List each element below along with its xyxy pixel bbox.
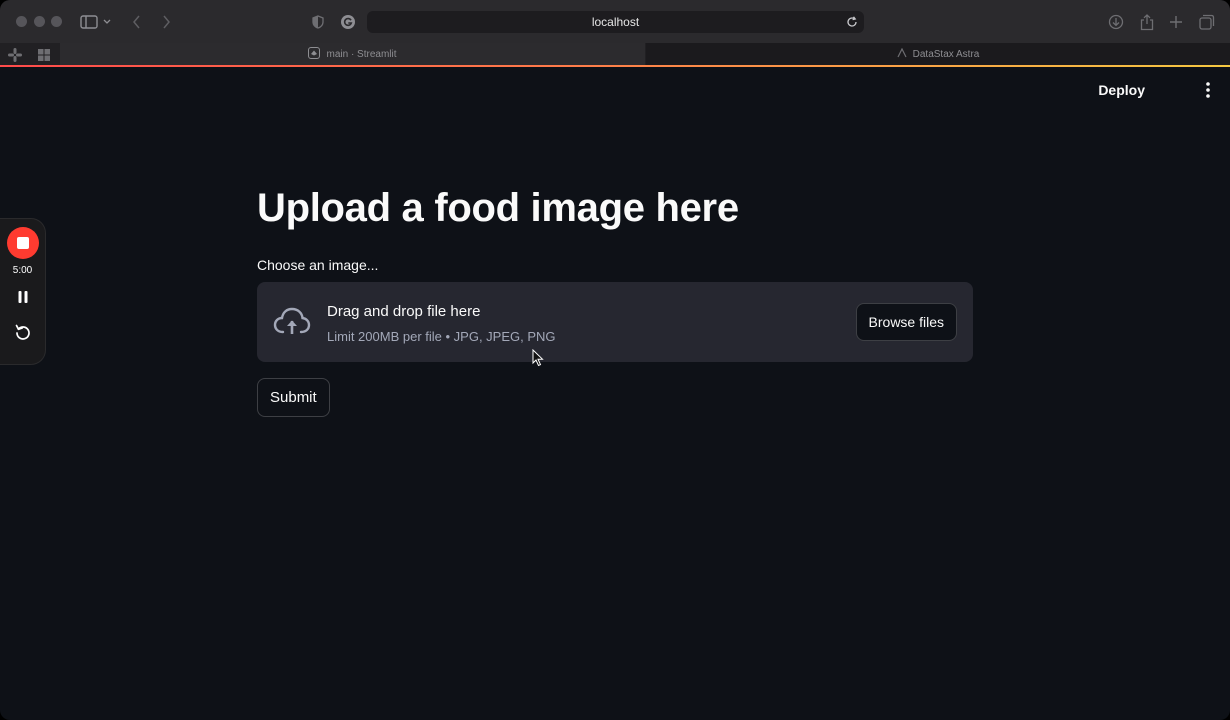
slack-pinned-tab-icon[interactable] <box>7 47 23 63</box>
page-progress-bar <box>0 65 1230 67</box>
dropzone-limit-text: Limit 200MB per file • JPG, JPEG, PNG <box>327 329 556 344</box>
tab-label: DataStax Astra <box>912 49 980 60</box>
browser-toolbar: localhost <box>0 0 1230 43</box>
main-menu-icon[interactable] <box>1202 81 1214 99</box>
extension-g-icon[interactable] <box>337 11 359 33</box>
address-text: localhost <box>591 15 640 29</box>
forward-icon[interactable] <box>155 11 177 33</box>
windows-pinned-tab-icon[interactable] <box>36 47 52 63</box>
deploy-button[interactable]: Deploy <box>1092 81 1151 99</box>
stop-recording-button[interactable] <box>7 227 39 259</box>
chevron-down-icon[interactable] <box>100 11 114 33</box>
pause-icon[interactable] <box>17 290 29 304</box>
tab-overview-icon[interactable] <box>1196 11 1218 33</box>
tab-label: main · Streamlit <box>326 49 397 60</box>
recorder-widget: 5:00 <box>0 219 45 364</box>
zoom-window-button[interactable] <box>51 16 62 27</box>
page-title: Upload a food image here <box>257 186 739 230</box>
cloud-upload-icon <box>273 304 311 340</box>
dropzone-text: Drag and drop file here <box>327 303 481 320</box>
tab-datastax[interactable]: DataStax Astra <box>646 43 1230 66</box>
browse-files-button[interactable]: Browse files <box>855 303 957 341</box>
address-bar[interactable]: localhost <box>367 11 864 33</box>
submit-button[interactable]: Submit <box>257 378 330 417</box>
file-dropzone[interactable]: Drag and drop file here Limit 200MB per … <box>257 282 973 362</box>
tab-streamlit[interactable]: main · Streamlit <box>60 43 645 66</box>
privacy-shield-icon[interactable] <box>307 11 329 33</box>
new-tab-icon[interactable] <box>1165 11 1187 33</box>
downloads-icon[interactable] <box>1105 11 1127 33</box>
recording-timer: 5:00 <box>12 265 33 276</box>
sidebar-toggle-icon[interactable] <box>78 11 100 33</box>
tab-bar: main · Streamlit DataStax Astra <box>0 43 1230 66</box>
restart-icon[interactable] <box>14 323 32 341</box>
reload-icon[interactable] <box>844 14 860 30</box>
back-icon[interactable] <box>126 11 148 33</box>
mouse-cursor-icon <box>532 348 544 367</box>
uploader-label: Choose an image... <box>257 257 379 273</box>
share-icon[interactable] <box>1136 11 1158 33</box>
close-window-button[interactable] <box>16 16 27 27</box>
streamlit-favicon-icon <box>308 47 321 62</box>
datastax-favicon-icon <box>897 47 907 61</box>
browser-window: localhost main · Streamlit DataStax Astr… <box>0 0 1230 720</box>
minimize-window-button[interactable] <box>34 16 45 27</box>
